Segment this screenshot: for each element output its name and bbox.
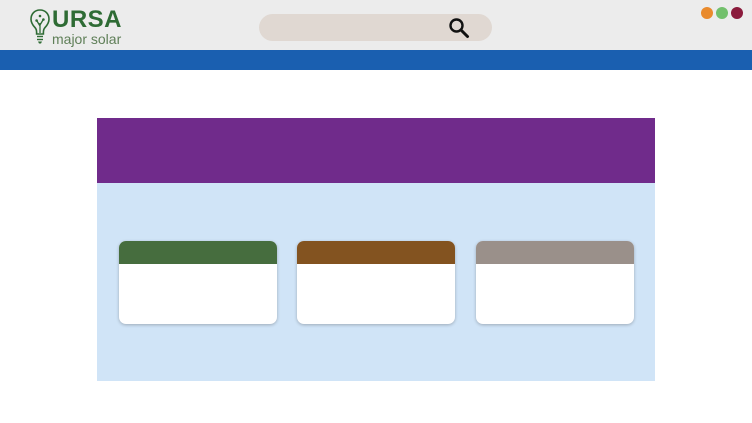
card-gray[interactable] <box>476 241 634 324</box>
card-brown-header <box>297 241 455 264</box>
panel-header <box>97 118 655 183</box>
top-bar: URSA major solar <box>0 0 752 50</box>
search-bar[interactable] <box>259 14 492 41</box>
navigation-bar <box>0 50 752 70</box>
card-green-header <box>119 241 277 264</box>
card-brown[interactable] <box>297 241 455 324</box>
card-green[interactable] <box>119 241 277 324</box>
content-panel <box>97 118 655 381</box>
card-gray-header <box>476 241 634 264</box>
lightbulb-logo-icon <box>30 9 50 44</box>
window-control-maroon[interactable] <box>731 7 743 19</box>
ursa-major-solar-logo[interactable]: URSA major solar <box>30 6 130 48</box>
window-control-green[interactable] <box>716 7 728 19</box>
logo-wordmark: URSA <box>52 6 123 33</box>
logo-tagline: major solar <box>52 31 122 47</box>
search-icon[interactable] <box>448 17 470 39</box>
window-control-orange[interactable] <box>701 7 713 19</box>
